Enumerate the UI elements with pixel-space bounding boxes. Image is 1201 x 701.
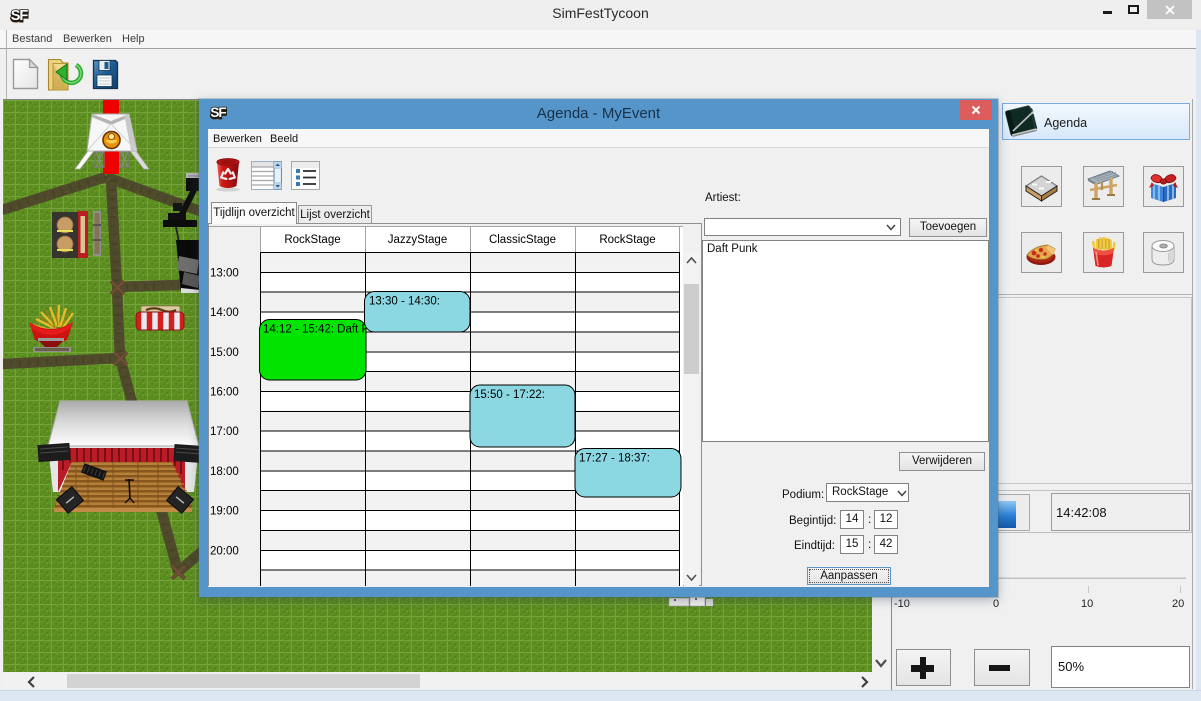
svg-text:17:27 - 18:37:: 17:27 - 18:37:	[579, 453, 650, 465]
svg-text:SF: SF	[11, 8, 29, 24]
svg-text:13:30 - 14:30:: 13:30 - 14:30:	[369, 296, 440, 308]
svg-text:14:00: 14:00	[210, 307, 239, 319]
svg-text:JazzyStage: JazzyStage	[388, 234, 447, 246]
svg-text:13:00: 13:00	[210, 267, 239, 279]
svg-text:15:00: 15:00	[210, 347, 239, 359]
svg-text:19:00: 19:00	[210, 506, 239, 518]
svg-text:14:12 - 15:42: Daft Pu: 14:12 - 15:42: Daft Pu	[263, 324, 376, 336]
svg-text:RockStage: RockStage	[599, 234, 655, 246]
svg-text:RockStage: RockStage	[284, 234, 340, 246]
svg-text:18:00: 18:00	[210, 466, 239, 478]
svg-text:ClassicStage: ClassicStage	[489, 234, 556, 246]
svg-text:17:00: 17:00	[210, 426, 239, 438]
svg-text:20:00: 20:00	[210, 545, 239, 557]
svg-text:16:00: 16:00	[210, 386, 239, 398]
svg-text:15:50 - 17:22:: 15:50 - 17:22:	[474, 389, 545, 401]
